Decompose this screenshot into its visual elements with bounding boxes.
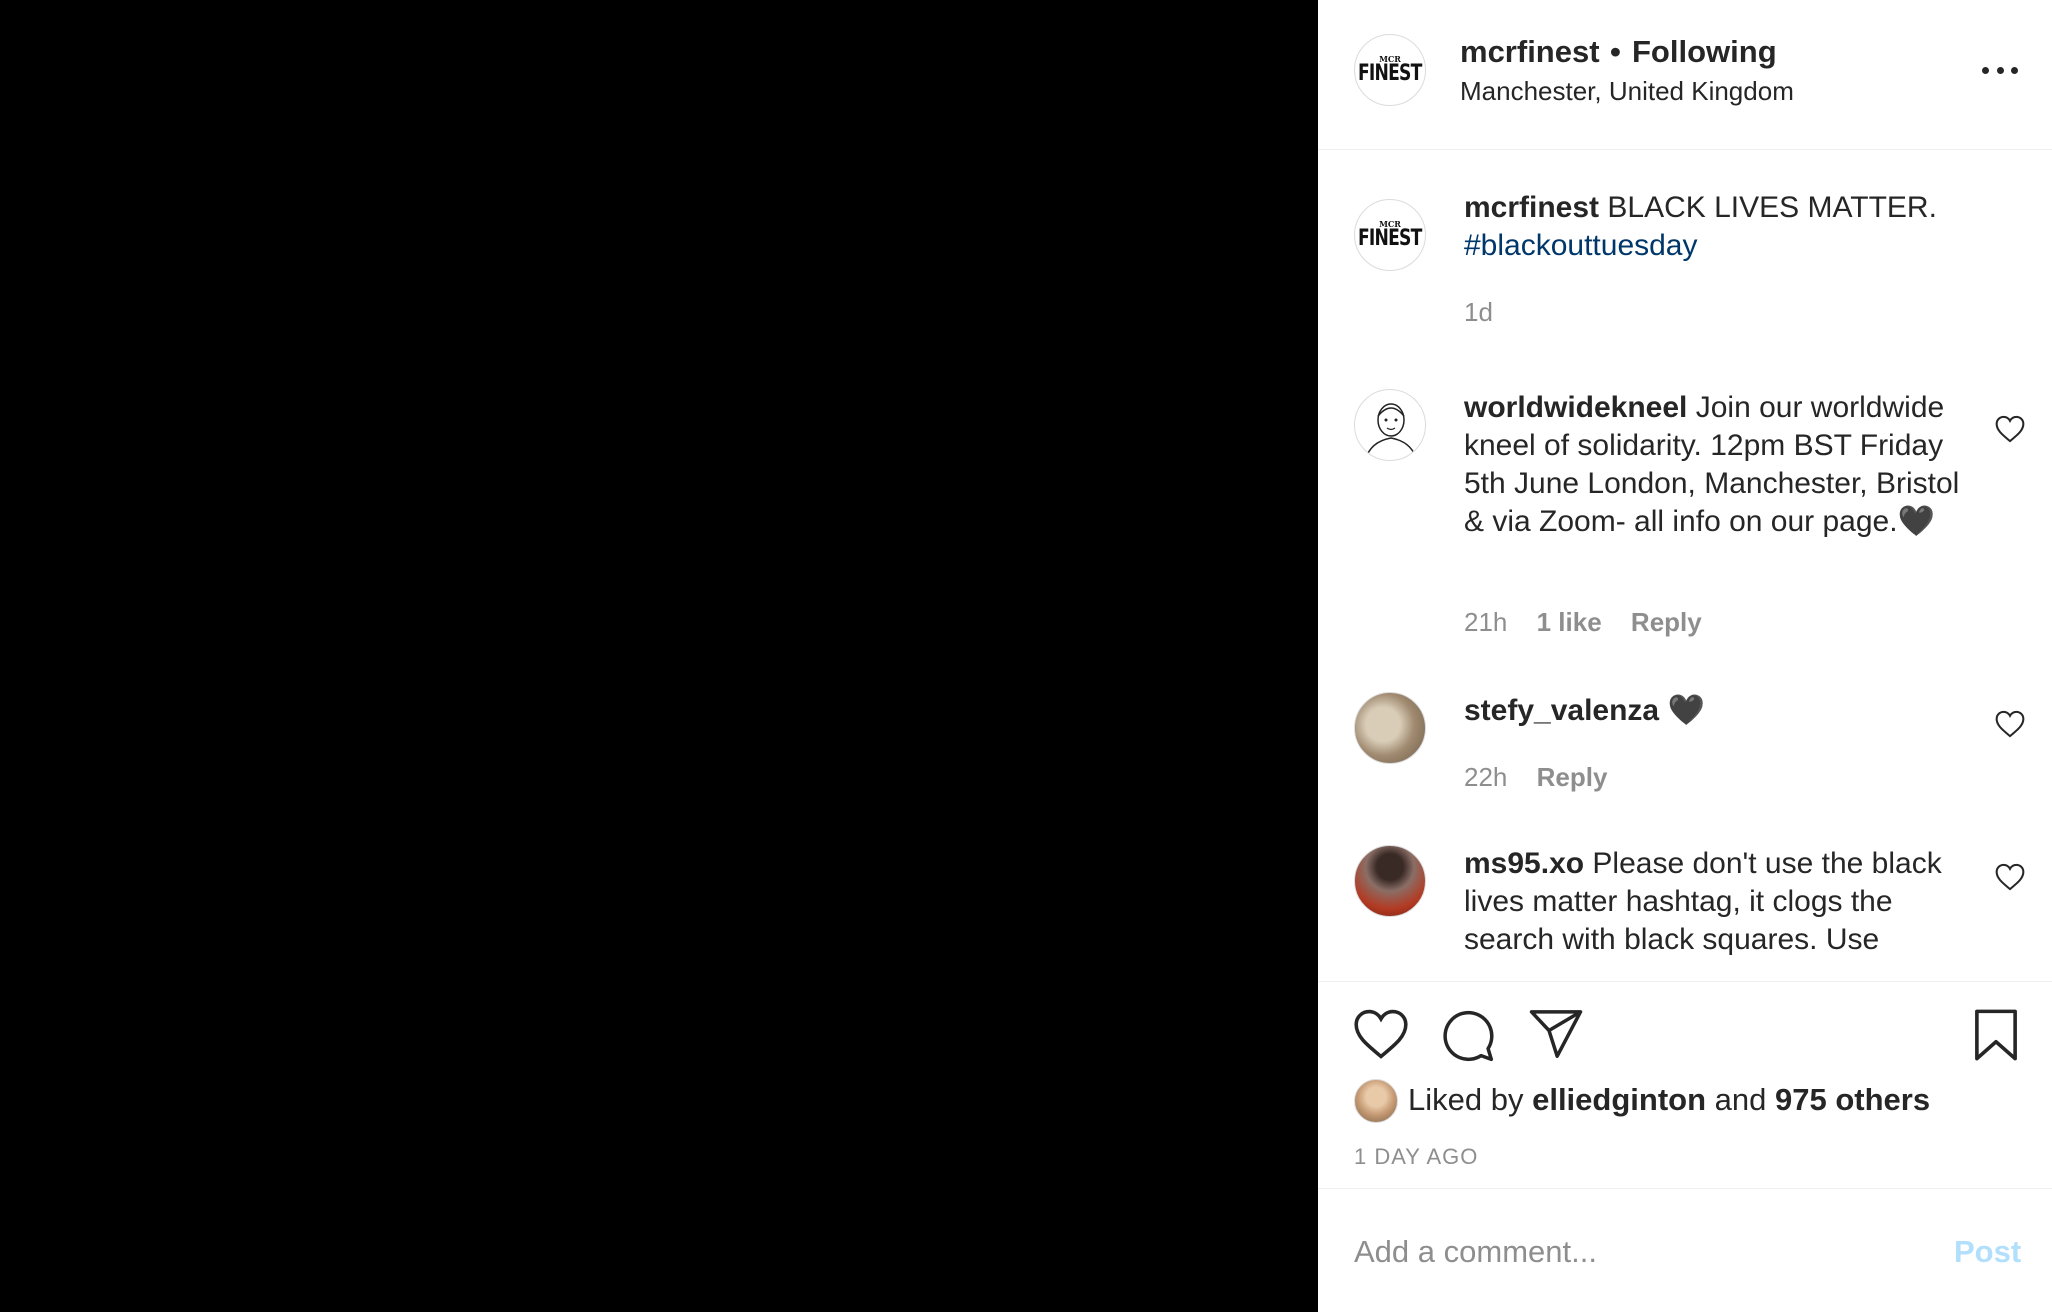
bookmark-icon[interactable] bbox=[1972, 1008, 2020, 1062]
comment-username-link[interactable]: stefy_valenza bbox=[1464, 694, 1659, 727]
commenter-avatar[interactable] bbox=[1354, 389, 1426, 461]
comment-username-link[interactable]: worldwidekneel bbox=[1464, 391, 1687, 424]
heart-icon[interactable] bbox=[1352, 1008, 1410, 1060]
comment-time: 22h bbox=[1464, 762, 1508, 792]
caption-avatar[interactable]: MCR FINEST bbox=[1354, 199, 1426, 271]
dot-icon bbox=[1982, 66, 1989, 74]
paper-plane-icon[interactable] bbox=[1528, 1008, 1584, 1060]
add-comment-bar: Post bbox=[1318, 1190, 2052, 1312]
more-options-icon[interactable] bbox=[1982, 56, 2018, 84]
commenter-avatar[interactable] bbox=[1354, 845, 1426, 917]
location-link[interactable]: Manchester, United Kingdom bbox=[1460, 76, 1794, 107]
reply-button[interactable]: Reply bbox=[1631, 607, 1702, 637]
comment-input[interactable] bbox=[1354, 1224, 1914, 1280]
comment-heart-icon[interactable] bbox=[1994, 710, 2026, 738]
post-comment-button[interactable]: Post bbox=[1954, 1234, 2021, 1270]
hashtag-link[interactable]: #blackouttuesday bbox=[1464, 229, 1698, 262]
post-details-panel: MCR FINEST mcrfinest • Following Manches… bbox=[1318, 0, 2052, 1312]
reply-button[interactable]: Reply bbox=[1537, 762, 1608, 792]
likes-others-link[interactable]: 975 others bbox=[1775, 1082, 1930, 1117]
post-header: MCR FINEST mcrfinest • Following Manches… bbox=[1318, 0, 2052, 150]
post-timestamp[interactable]: 1 DAY AGO bbox=[1354, 1144, 1478, 1170]
caption-body: BLACK LIVES MATTER. bbox=[1607, 191, 1937, 224]
header-username-link[interactable]: mcrfinest bbox=[1460, 34, 1600, 70]
caption-text: mcrfinest BLACK LIVES MATTER. #blackoutt… bbox=[1464, 189, 1964, 265]
comment-username-link[interactable]: ms95.xo bbox=[1464, 847, 1584, 880]
comment-body: 🖤 bbox=[1667, 694, 1705, 727]
comment-meta: 22h Reply bbox=[1464, 762, 1629, 793]
likes-prefix: Liked by bbox=[1408, 1082, 1524, 1117]
caption-meta: 1d bbox=[1464, 297, 1493, 328]
comment-likes-link[interactable]: 1 like bbox=[1537, 607, 1602, 637]
comment-text: stefy_valenza 🖤 bbox=[1464, 692, 1964, 730]
liker-avatar[interactable] bbox=[1354, 1079, 1398, 1123]
post-actions: Liked by elliedginton and 975 others 1 D… bbox=[1318, 981, 2052, 1189]
avatar-logo-big: FINEST bbox=[1358, 61, 1422, 86]
commenter-avatar[interactable] bbox=[1354, 692, 1426, 764]
dot-icon bbox=[2011, 66, 2018, 74]
dot-icon bbox=[1996, 66, 2004, 74]
sketch-face-icon bbox=[1364, 403, 1418, 460]
comments-list[interactable]: MCR FINEST mcrfinest BLACK LIVES MATTER.… bbox=[1318, 151, 2052, 981]
caption-username-link[interactable]: mcrfinest bbox=[1464, 191, 1599, 224]
speech-bubble-icon[interactable] bbox=[1440, 1008, 1496, 1064]
likes-summary: Liked by elliedginton and 975 others bbox=[1408, 1082, 1930, 1118]
account-avatar[interactable]: MCR FINEST bbox=[1354, 34, 1426, 106]
post-media-image[interactable] bbox=[0, 0, 1318, 1312]
caption-time: 1d bbox=[1464, 297, 1493, 327]
comment-time: 21h bbox=[1464, 607, 1508, 637]
comment-text: ms95.xo Please don't use the black lives… bbox=[1464, 845, 1964, 959]
liker-username-link[interactable]: elliedginton bbox=[1532, 1082, 1706, 1117]
likes-conjunction: and bbox=[1714, 1082, 1767, 1117]
header-separator: • bbox=[1610, 34, 1621, 69]
comment-text: worldwidekneel Join our worldwide kneel … bbox=[1464, 389, 1964, 541]
follow-status-button[interactable]: Following bbox=[1632, 34, 1777, 70]
comment-heart-icon[interactable] bbox=[1994, 415, 2026, 443]
avatar-logo-big: FINEST bbox=[1358, 226, 1422, 251]
comment-heart-icon[interactable] bbox=[1994, 863, 2026, 891]
comment-meta: 21h 1 like Reply bbox=[1464, 607, 1724, 638]
